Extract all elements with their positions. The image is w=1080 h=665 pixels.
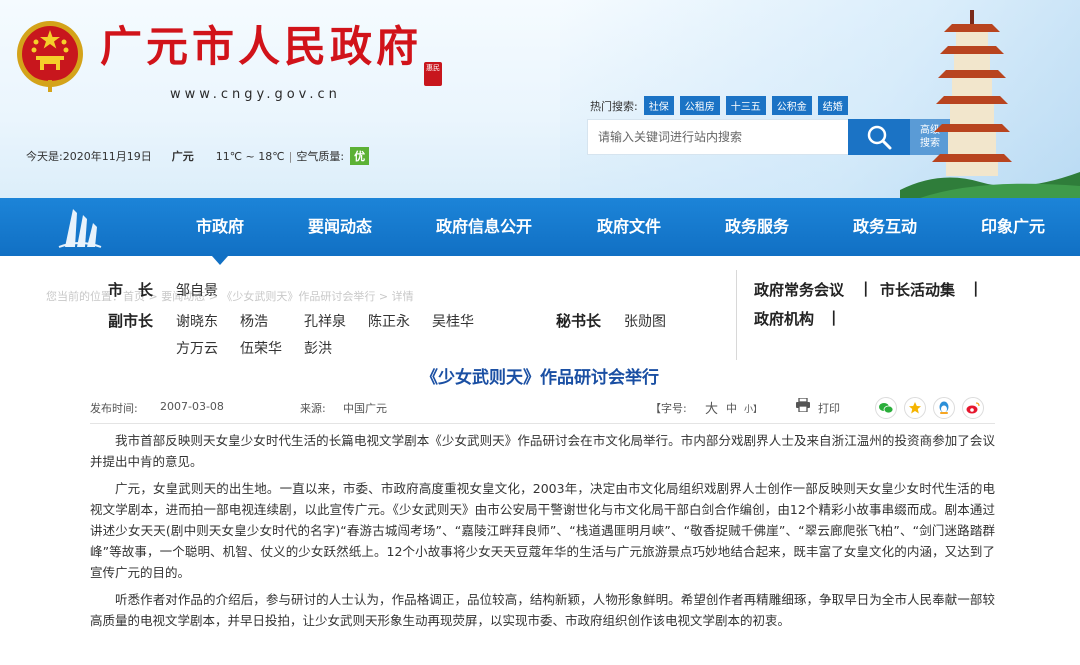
nav-item-impression[interactable]: 印象广元	[981, 198, 1045, 256]
qzone-star-icon	[909, 402, 921, 414]
font-size-small[interactable]: 小】	[744, 402, 762, 415]
qq-share-button[interactable]	[933, 397, 955, 419]
font-size-medium[interactable]: 中	[726, 400, 737, 416]
temperature: 11℃ ~ 18℃	[215, 149, 285, 163]
qq-penguin-icon	[939, 401, 949, 414]
article-meta: 发布时间: 2007-03-08 来源: 中国广元 【字号: 大 中 小】 打印	[90, 397, 990, 419]
site-header: 广元市人民政府 惠民 www.cngy.gov.cn 今天是:2020年11月1…	[0, 0, 1080, 198]
article-paragraph: 听悉作者对作品的介绍后，参与研讨的人士认为，作品格调正，品位较高，结构新颖，人物…	[90, 592, 995, 628]
hot-tag[interactable]: 十三五	[725, 96, 766, 115]
wechat-share-button[interactable]	[875, 397, 897, 419]
link-executive-meeting[interactable]: 政府常务会议	[754, 279, 844, 300]
meta-divider	[90, 423, 995, 424]
source-value: 中国广元	[343, 402, 387, 415]
publish-label: 发布时间:	[90, 402, 138, 415]
national-emblem-icon	[17, 21, 83, 92]
link-separator: |	[831, 308, 837, 326]
publish-date: 2007-03-08	[160, 400, 224, 413]
search-input[interactable]: 请输入关键词进行站内搜索	[587, 119, 849, 155]
air-quality-label: 空气质量:	[296, 150, 345, 163]
date-label: 今天是:2020年11月19日	[26, 150, 152, 163]
nav-item-info-disclosure[interactable]: 政府信息公开	[436, 198, 532, 256]
city-label: 广元	[171, 150, 194, 163]
nav-item-gov-services[interactable]: 政务服务	[725, 198, 789, 256]
hot-tag[interactable]: 社保	[643, 96, 674, 115]
vice-mayor-name[interactable]: 彭洪	[304, 338, 332, 358]
font-size-large[interactable]: 大	[705, 398, 718, 417]
vice-mayor-name[interactable]: 方万云	[176, 338, 218, 358]
hot-search-label: 热门搜索:	[590, 99, 638, 113]
city-logo-icon	[58, 209, 102, 248]
site-url[interactable]: www.cngy.gov.cn	[170, 87, 341, 102]
wechat-icon	[879, 403, 893, 414]
mayor-label: 市 长	[108, 281, 154, 299]
nav-item-gov-documents[interactable]: 政府文件	[597, 198, 661, 256]
article-body: 我市首部反映则天女皇少女时代生活的长篇电视文学剧本《少女武则天》作品研讨会在市文…	[90, 430, 995, 637]
print-button[interactable]	[795, 397, 811, 413]
weibo-icon	[966, 402, 980, 414]
article-paragraph: 我市首部反映则天女皇少女时代生活的长篇电视文学剧本《少女武则天》作品研讨会在市文…	[90, 433, 995, 469]
print-label[interactable]: 打印	[818, 400, 840, 416]
hot-tag[interactable]: 公租房	[679, 96, 720, 115]
site-title: 广元市人民政府	[100, 22, 423, 71]
vice-mayor-name[interactable]: 谢晓东	[176, 311, 218, 331]
nav-item-news[interactable]: 要闻动态	[308, 198, 372, 256]
leaders-divider	[736, 270, 737, 360]
link-gov-agencies[interactable]: 政府机构	[754, 308, 814, 329]
pagoda-tower-icon	[900, 10, 1080, 198]
link-separator: |	[973, 279, 979, 297]
article-title: 《少女武则天》作品研讨会举行	[421, 368, 659, 388]
vice-mayor-name[interactable]: 杨浩	[240, 311, 268, 331]
source-label: 来源:	[300, 402, 326, 415]
vice-mayor-label: 副市长	[108, 312, 154, 330]
search-icon	[867, 125, 892, 150]
qzone-share-button[interactable]	[904, 397, 926, 419]
date-weather-bar: 今天是:2020年11月19日 广元 11℃ ~ 18℃ | 空气质量: 优	[26, 147, 370, 165]
weibo-share-button[interactable]	[962, 397, 984, 419]
nav-active-pointer	[212, 256, 228, 265]
vice-mayor-name[interactable]: 吴桂华	[432, 311, 474, 331]
secretary-name[interactable]: 张勋图	[624, 311, 666, 331]
font-size-label: 【字号:	[650, 402, 687, 415]
seal-stamp: 惠民	[424, 62, 442, 86]
printer-icon	[796, 397, 810, 413]
mayor-name[interactable]: 邹自景	[176, 280, 218, 300]
nav-item-city-government[interactable]: 市政府	[196, 198, 244, 256]
link-separator: |	[863, 279, 869, 297]
link-mayor-activities[interactable]: 市长活动集	[880, 279, 955, 300]
hot-tag[interactable]: 公积金	[771, 96, 812, 115]
article-paragraph: 广元，女皇武则天的出生地。一直以来，市委、市政府高度重视女皇文化，2003年，决…	[90, 481, 995, 580]
air-quality-badge: 优	[350, 147, 370, 165]
vice-mayor-name[interactable]: 陈正永	[368, 311, 410, 331]
vice-mayor-name[interactable]: 伍荣华	[240, 338, 282, 358]
main-nav: 市政府 要闻动态 政府信息公开 政府文件 政务服务 政务互动 印象广元	[0, 198, 1080, 256]
nav-item-interaction[interactable]: 政务互动	[853, 198, 917, 256]
secretary-label: 秘书长	[556, 312, 602, 330]
hot-tag[interactable]: 结婚	[817, 96, 848, 115]
vice-mayor-name[interactable]: 孔祥泉	[304, 311, 346, 331]
hot-search: 热门搜索: 社保 公租房 十三五 公积金 结婚	[590, 96, 854, 115]
